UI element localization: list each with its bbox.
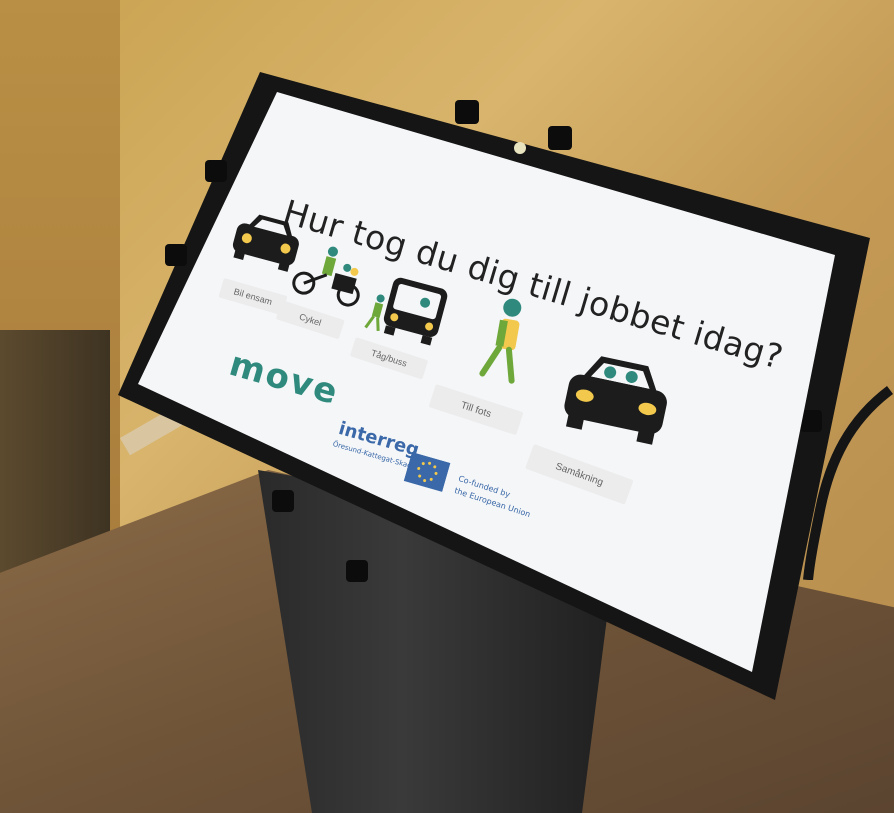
mount-clip	[205, 160, 227, 182]
photo-scene: Hur tog du dig till jobbet idag? Bil ens…	[0, 0, 894, 813]
mount-clip	[346, 560, 368, 582]
screen	[138, 92, 835, 672]
mount-clip	[165, 244, 187, 266]
mount-clip	[272, 490, 294, 512]
mount-clip	[548, 126, 572, 150]
tablet	[118, 72, 870, 700]
camera-light-icon	[514, 142, 526, 154]
mount-clip	[455, 100, 479, 124]
